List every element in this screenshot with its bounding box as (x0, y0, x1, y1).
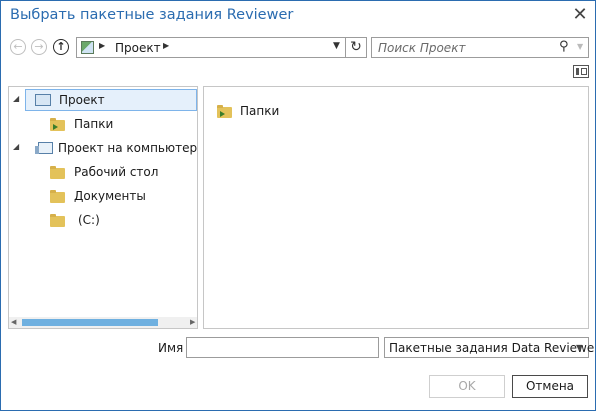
view-toggle-icon[interactable] (573, 65, 589, 78)
back-icon[interactable]: ← (10, 39, 26, 55)
tree-item-label: Папки (74, 117, 114, 131)
folder-icon (50, 166, 65, 179)
tree-item-drive-c[interactable]: (C:) (25, 209, 197, 231)
path-separator-icon[interactable]: ▶ (163, 41, 169, 50)
project-map-icon (81, 41, 94, 54)
chevron-down-icon[interactable]: ▼ (333, 41, 340, 51)
refresh-icon[interactable]: ↻ (346, 37, 367, 58)
folder-icon (50, 214, 65, 227)
dialog-window: Выбрать пакетные задания Reviewer ✕ ← → … (0, 0, 596, 411)
tree-item-label: Документы (74, 189, 146, 203)
computer-icon (35, 142, 53, 154)
dialog-title: Выбрать пакетные задания Reviewer (10, 7, 294, 23)
search-icon[interactable]: ⚲ (559, 39, 569, 54)
scrollbar-thumb[interactable] (22, 319, 158, 326)
tree-item-computer[interactable]: Проект на компьютере (25, 137, 197, 159)
cancel-button[interactable]: Отмена (512, 375, 588, 398)
name-label: Имя (158, 341, 184, 355)
tree-item-label: (C:) (78, 213, 100, 227)
chevron-down-icon[interactable]: ▼ (577, 42, 583, 51)
path-separator-icon[interactable]: ▶ (99, 41, 105, 50)
chevron-down-icon[interactable]: ▼ (576, 343, 582, 352)
location-bar[interactable]: ▶ Проект ▶ ▼ (76, 37, 346, 58)
expand-icon[interactable]: ◢ (13, 94, 19, 103)
tree-item-label: Проект (59, 93, 105, 107)
folder-icon (50, 118, 65, 131)
folder-icon (50, 190, 65, 203)
tree-item-folders[interactable]: Папки (25, 113, 197, 135)
up-icon[interactable]: ↑ (53, 39, 69, 55)
list-item-label: Папки (240, 104, 280, 118)
search-placeholder: Поиск Проект (378, 41, 466, 55)
title-bar: Выбрать пакетные задания Reviewer ✕ (1, 1, 595, 31)
expand-icon[interactable]: ◢ (13, 142, 19, 151)
close-icon[interactable]: ✕ (570, 5, 590, 25)
scroll-left-icon[interactable]: ◀ (11, 318, 16, 326)
path-segment-project[interactable]: Проект (115, 41, 161, 55)
tree-item-documents[interactable]: Документы (25, 185, 197, 207)
ok-button[interactable]: OK (429, 375, 505, 398)
list-item-folders[interactable]: Папки (212, 100, 332, 122)
tree-item-label: Рабочий стол (74, 165, 159, 179)
folder-icon (217, 105, 232, 118)
tree-item-project[interactable]: Проект (25, 89, 197, 111)
file-type-select[interactable]: Пакетные задания Data Reviewer ▼ (384, 337, 595, 358)
forward-icon[interactable]: → (31, 39, 47, 55)
content-pane: Папки (203, 86, 589, 329)
horizontal-scrollbar[interactable]: ◀ ▶ (9, 317, 197, 328)
tree-item-label: Проект на компьютере (58, 141, 198, 155)
search-input[interactable]: Поиск Проект ⚲ ▼ (371, 37, 589, 58)
name-input[interactable] (186, 337, 379, 358)
navigation-tree: Проект ◢ Папки ◢ Проект на компьютере Ра… (8, 86, 198, 329)
tree-item-desktop[interactable]: Рабочий стол (25, 161, 197, 183)
file-type-value: Пакетные задания Data Reviewer (389, 341, 596, 355)
project-icon (35, 94, 51, 106)
scroll-right-icon[interactable]: ▶ (190, 318, 195, 326)
